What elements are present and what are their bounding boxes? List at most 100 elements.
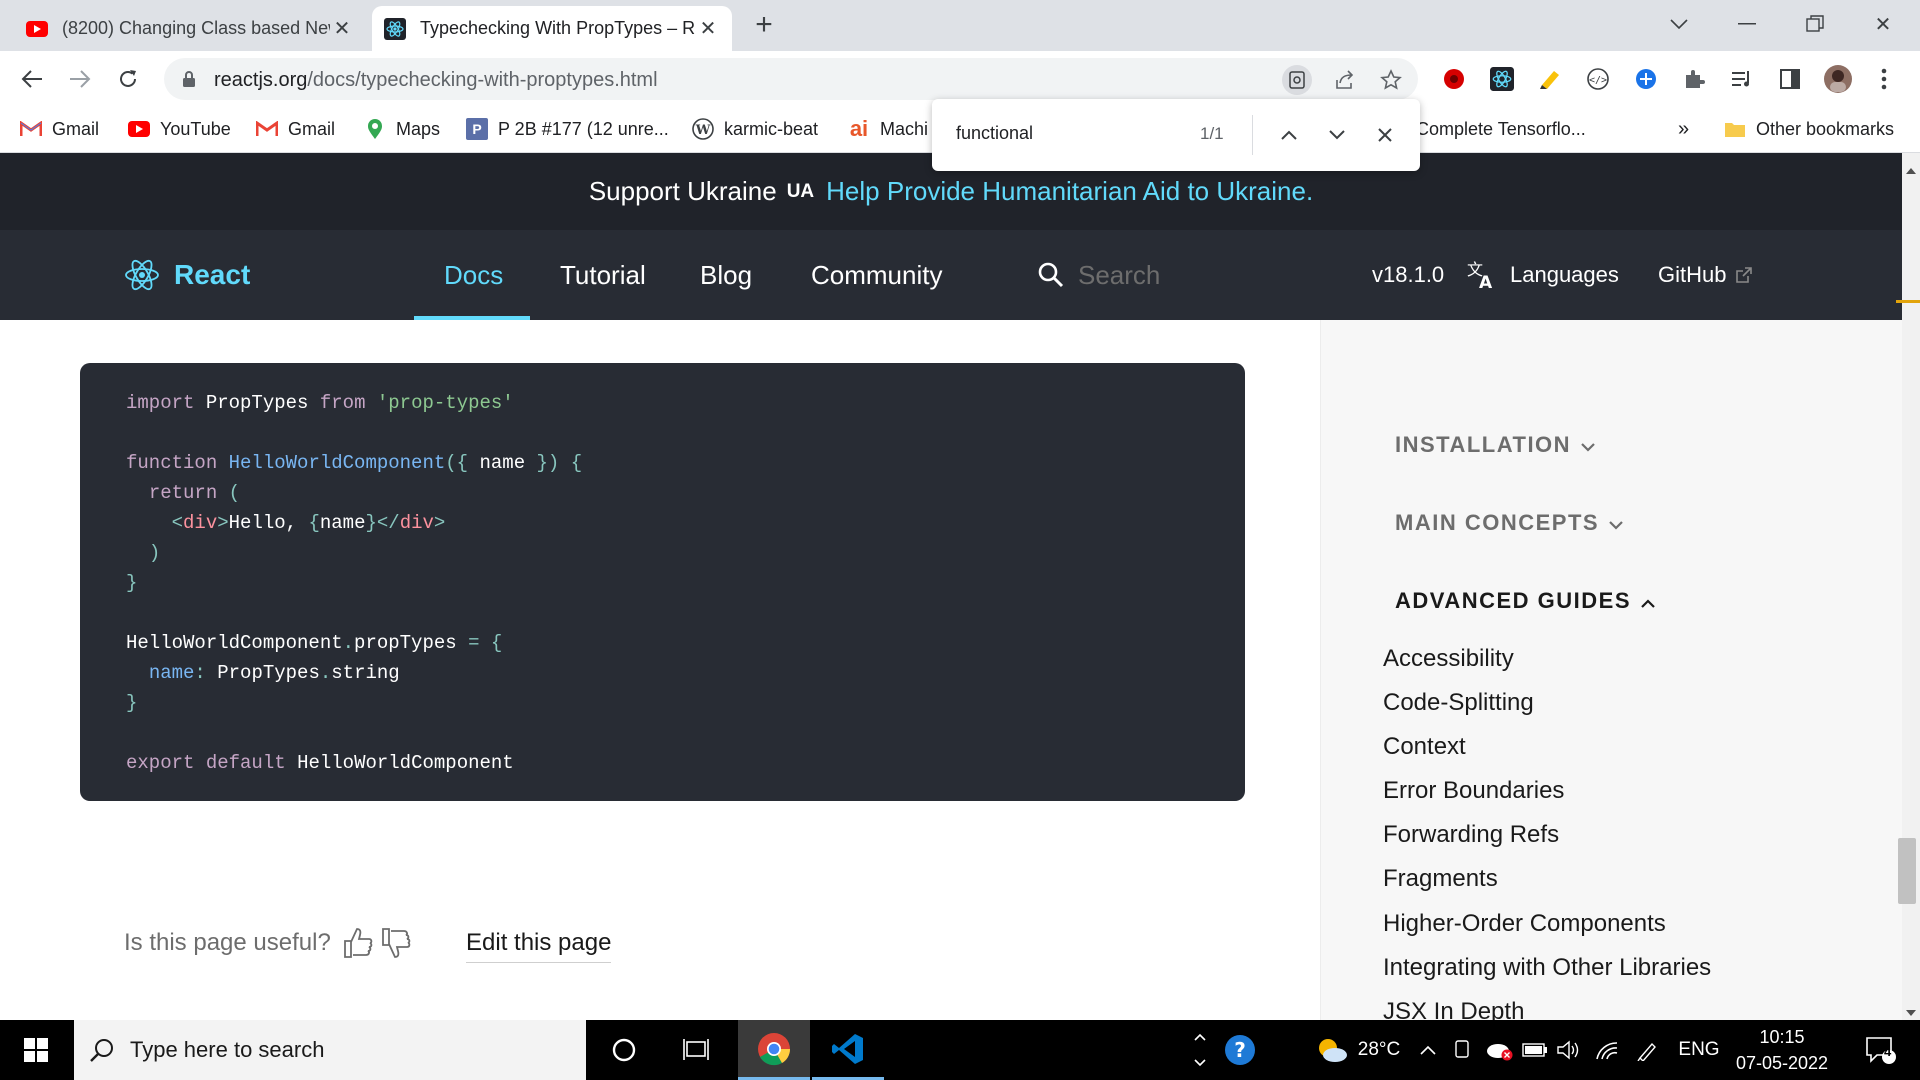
version-link[interactable]: v18.1.0 — [1372, 230, 1444, 320]
nav-docs[interactable]: Docs — [444, 230, 503, 320]
vscode-taskbar-icon[interactable] — [812, 1020, 884, 1080]
chrome-menu-icon[interactable] — [1868, 63, 1900, 95]
cortana-icon[interactable] — [594, 1020, 654, 1080]
logo-text: React — [174, 259, 251, 290]
bookmark-machi[interactable]: ai Machi — [848, 114, 928, 144]
sidebar-section-advanced-guides[interactable]: ADVANCED GUIDES — [1395, 588, 1655, 614]
find-next-icon[interactable] — [1321, 119, 1353, 151]
sidebar-item-fragments[interactable]: Fragments — [1383, 865, 1498, 893]
react-icon — [124, 258, 160, 292]
react-devtools-icon[interactable] — [1486, 63, 1518, 95]
sidebar-item-accessibility[interactable]: Accessibility — [1383, 645, 1514, 673]
bookmark-youtube[interactable]: YouTube — [128, 114, 231, 144]
close-icon[interactable]: ✕ — [696, 17, 720, 41]
clock[interactable]: 10:15 07-05-2022 — [1732, 1020, 1832, 1080]
sidebar-section-main-concepts[interactable]: MAIN CONCEPTS — [1395, 510, 1623, 536]
bookmark-maps[interactable]: Maps — [364, 114, 440, 144]
edit-page-link[interactable]: Edit this page — [466, 923, 612, 963]
search-placeholder: Search — [1078, 259, 1161, 290]
share-icon[interactable] — [1330, 65, 1360, 95]
battery-icon[interactable] — [1518, 1020, 1552, 1080]
bookmark-label: Other bookmarks — [1756, 118, 1895, 139]
onedrive-error-icon[interactable] — [1482, 1020, 1518, 1080]
record-extension-icon[interactable] — [1438, 63, 1470, 95]
code-line: } — [126, 572, 138, 594]
extensions-puzzle-icon[interactable] — [1678, 63, 1710, 95]
address-bar[interactable]: reactjs.org/docs/typechecking-with-propt… — [164, 58, 1418, 100]
back-icon[interactable] — [14, 61, 50, 97]
volume-icon[interactable] — [1552, 1020, 1586, 1080]
page-viewport: Support Ukraine UA Help Provide Humanita… — [0, 153, 1902, 1020]
minimize-icon[interactable] — [1722, 8, 1772, 40]
highlighter-extension-icon[interactable] — [1534, 63, 1566, 95]
find-close-icon[interactable] — [1369, 119, 1401, 151]
bookmark-p2b[interactable]: P P 2B #177 (12 unre... — [466, 114, 669, 144]
bookmark-tensorflow[interactable]: Complete Tensorflo... — [1416, 114, 1586, 144]
bookmark-karmic-beat[interactable]: W karmic-beat — [692, 114, 818, 144]
close-icon[interactable]: ✕ — [330, 17, 354, 41]
code-extension-icon[interactable]: </> — [1582, 63, 1614, 95]
restore-icon[interactable] — [1790, 8, 1840, 40]
windows-taskbar: Type here to search ? 28°C ENG 10:15 07-… — [0, 1020, 1920, 1080]
media-control-icon[interactable] — [1726, 63, 1758, 95]
sidebar-section-installation[interactable]: INSTALLATION — [1395, 432, 1595, 458]
find-in-page-icon[interactable] — [1282, 65, 1312, 95]
tab-typechecking[interactable]: Typechecking With PropTypes – R ✕ — [372, 6, 732, 51]
sidebar-item-higher-order-components[interactable]: Higher-Order Components — [1383, 910, 1666, 938]
help-icon[interactable]: ? — [1212, 1020, 1268, 1080]
sidebar-item-code-splitting[interactable]: Code-Splitting — [1383, 689, 1534, 717]
chrome-taskbar-icon[interactable] — [738, 1020, 810, 1080]
notifications-icon[interactable]: 4 — [1856, 1020, 1906, 1080]
language-indicator[interactable]: ENG — [1676, 1020, 1722, 1080]
bookmark-label: Gmail — [52, 118, 100, 139]
react-logo[interactable]: React — [124, 258, 250, 292]
new-tab-button[interactable]: + — [748, 10, 780, 42]
languages-link[interactable]: 文A Languages — [1466, 230, 1619, 320]
nav-community[interactable]: Community — [811, 230, 942, 320]
tab-youtube[interactable]: (8200) Changing Class based New ✕ — [14, 6, 366, 51]
bookmark-label: P 2B #177 (12 unre... — [498, 118, 669, 139]
bookmark-gmail[interactable]: Gmail — [256, 114, 335, 144]
code-line: import PropTypes from 'prop-types' — [126, 392, 514, 414]
find-input[interactable] — [956, 123, 1196, 144]
pen-icon[interactable] — [1630, 1020, 1666, 1080]
taskbar-search-input[interactable]: Type here to search — [74, 1020, 586, 1080]
sidebar-item-forwarding-refs[interactable]: Forwarding Refs — [1383, 821, 1559, 849]
url-host: reactjs.org — [214, 69, 308, 91]
task-view-icon[interactable] — [666, 1020, 726, 1080]
lock-icon[interactable] — [182, 70, 196, 93]
url-text[interactable]: reactjs.org/docs/typechecking-with-propt… — [214, 69, 658, 92]
thumbs-down-icon[interactable] — [379, 925, 413, 961]
search-input[interactable]: Search — [1038, 254, 1160, 296]
bookmarks-overflow-button[interactable]: » — [1678, 114, 1689, 144]
sidebar-item-error-boundaries[interactable]: Error Boundaries — [1383, 777, 1564, 805]
hidden-icons-chevron-icon[interactable] — [1414, 1020, 1442, 1080]
avatar[interactable] — [1822, 63, 1854, 95]
close-window-icon[interactable]: ✕ — [1858, 8, 1908, 40]
nav-tutorial[interactable]: Tutorial — [560, 230, 646, 320]
bookmark-other[interactable]: Other bookmarks — [1724, 114, 1894, 144]
scroll-down-arrow-icon[interactable] — [1906, 1003, 1916, 1021]
tab-search-chevron-icon[interactable] — [1654, 8, 1704, 40]
meet-now-icon[interactable] — [1446, 1020, 1480, 1080]
banner-help-link[interactable]: Help Provide Humanitarian Aid to Ukraine… — [826, 176, 1313, 207]
windows-start-icon[interactable] — [0, 1020, 72, 1080]
bookmark-gmail[interactable]: Gmail — [20, 114, 99, 144]
scroll-up-arrow-icon[interactable] — [1906, 161, 1916, 179]
translate-extension-icon[interactable] — [1630, 63, 1662, 95]
thumbs-up-icon[interactable] — [341, 925, 375, 961]
tray-expand-icon[interactable] — [1188, 1020, 1212, 1080]
forward-icon[interactable] — [62, 61, 98, 97]
scrollbar-thumb[interactable] — [1898, 838, 1916, 904]
wifi-icon[interactable] — [1590, 1020, 1624, 1080]
github-link[interactable]: GitHub — [1658, 230, 1753, 320]
find-previous-icon[interactable] — [1273, 119, 1305, 151]
bookmark-star-icon[interactable] — [1376, 65, 1406, 95]
reload-icon[interactable] — [110, 61, 146, 97]
weather-widget[interactable]: 28°C — [1298, 1020, 1418, 1080]
sidebar-item-context[interactable]: Context — [1383, 733, 1466, 761]
sidebar-item-jsx-in-depth[interactable]: JSX In Depth — [1383, 998, 1524, 1020]
side-panel-icon[interactable] — [1774, 63, 1806, 95]
nav-blog[interactable]: Blog — [700, 230, 752, 320]
sidebar-item-integrating-libraries[interactable]: Integrating with Other Libraries — [1383, 954, 1711, 982]
